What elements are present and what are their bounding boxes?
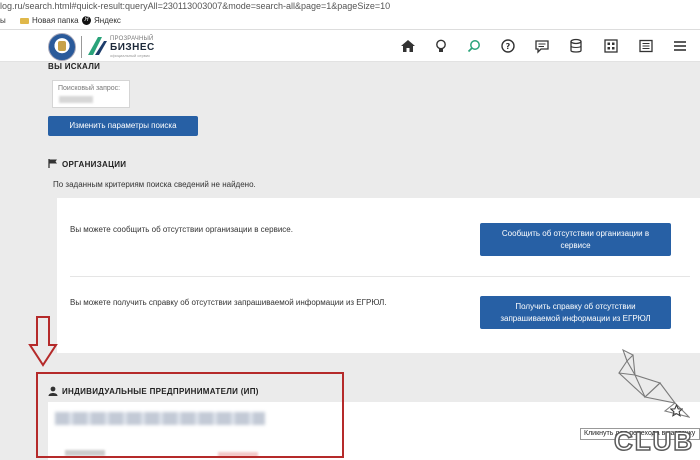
flag-icon [48, 159, 57, 168]
logo-divider [81, 36, 82, 58]
club-watermark-text: CLUB [613, 425, 695, 457]
bookmark-item[interactable]: ы [0, 12, 6, 30]
bookmark-new-folder[interactable]: Новая папка [20, 12, 79, 30]
folder-icon [20, 17, 29, 24]
logo-text-biznes: БИЗНЕС [110, 42, 155, 53]
search-section-title: ВЫ ИСКАЛИ [48, 62, 101, 71]
certificate-text: Вы можете получить справку об отсутствии… [70, 298, 387, 307]
panel-divider [70, 276, 690, 277]
change-search-button[interactable]: Изменить параметры поиска [48, 116, 198, 136]
yandex-icon: Я [82, 16, 91, 26]
query-label: Поисковый запрос: [58, 85, 121, 92]
menu-icon[interactable] [672, 38, 688, 54]
annotation-highlight-frame [36, 372, 344, 458]
bookmarks-bar: ы Новая папка Я Яндекс [0, 12, 700, 30]
chat-icon[interactable] [534, 38, 550, 54]
document-icon[interactable] [638, 38, 654, 54]
club-bird-watermark-icon [618, 348, 690, 418]
help-icon[interactable]: ? [500, 38, 516, 54]
search-query-box: Поисковый запрос: [52, 80, 130, 108]
address-bar[interactable]: log.ru/search.html#quick-result:queryAll… [0, 0, 700, 12]
annotation-arrow-down-icon [28, 316, 58, 367]
fns-emblem-logo[interactable] [48, 33, 76, 61]
report-absence-button[interactable]: Сообщить об отсутствии организации в сер… [480, 223, 671, 256]
organizations-section-title: ОРГАНИЗАЦИИ [62, 160, 127, 169]
search-icon[interactable] [466, 38, 482, 54]
organizations-not-found-text: По заданным критериям поиска сведений не… [53, 180, 256, 189]
logo-subtitle: официальный сервис [110, 53, 151, 58]
lightbulb-icon[interactable] [433, 38, 449, 54]
svg-text:?: ? [506, 42, 511, 51]
transparent-business-logo-mark[interactable] [86, 35, 108, 57]
database-icon[interactable] [568, 38, 584, 54]
home-icon[interactable] [400, 38, 416, 54]
bookmark-yandex[interactable]: Я Яндекс [82, 12, 121, 30]
report-absence-text: Вы можете сообщить об отсутствии организ… [70, 225, 293, 234]
grid-icon[interactable] [603, 38, 619, 54]
get-certificate-button[interactable]: Получить справку об отсутствии запрашива… [480, 296, 671, 329]
query-value-blurred [59, 96, 93, 103]
